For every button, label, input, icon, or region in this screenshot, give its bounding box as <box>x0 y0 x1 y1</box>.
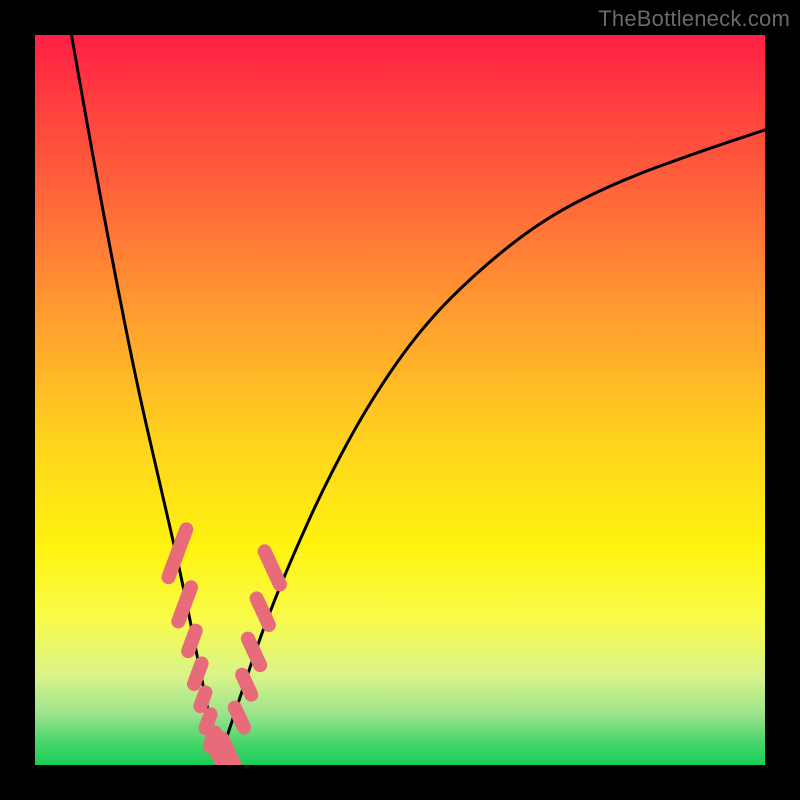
bottleneck-curve <box>218 130 766 765</box>
marker-dot <box>196 692 210 706</box>
curve-layer <box>35 35 765 765</box>
marker-dot <box>221 745 235 759</box>
marker-dot <box>240 678 254 692</box>
marker-dot <box>191 667 205 681</box>
bottleneck-curve <box>72 35 218 765</box>
marker-dot <box>170 546 184 560</box>
marker-dot <box>247 645 261 659</box>
marker-dot <box>265 561 279 575</box>
marker-dot <box>256 605 270 619</box>
marker-dot <box>178 597 192 611</box>
marker-dot <box>232 711 246 725</box>
chart-frame: TheBottleneck.com <box>0 0 800 800</box>
marker-dot <box>185 634 199 648</box>
watermark-text: TheBottleneck.com <box>598 6 790 32</box>
plot-area <box>35 35 765 765</box>
